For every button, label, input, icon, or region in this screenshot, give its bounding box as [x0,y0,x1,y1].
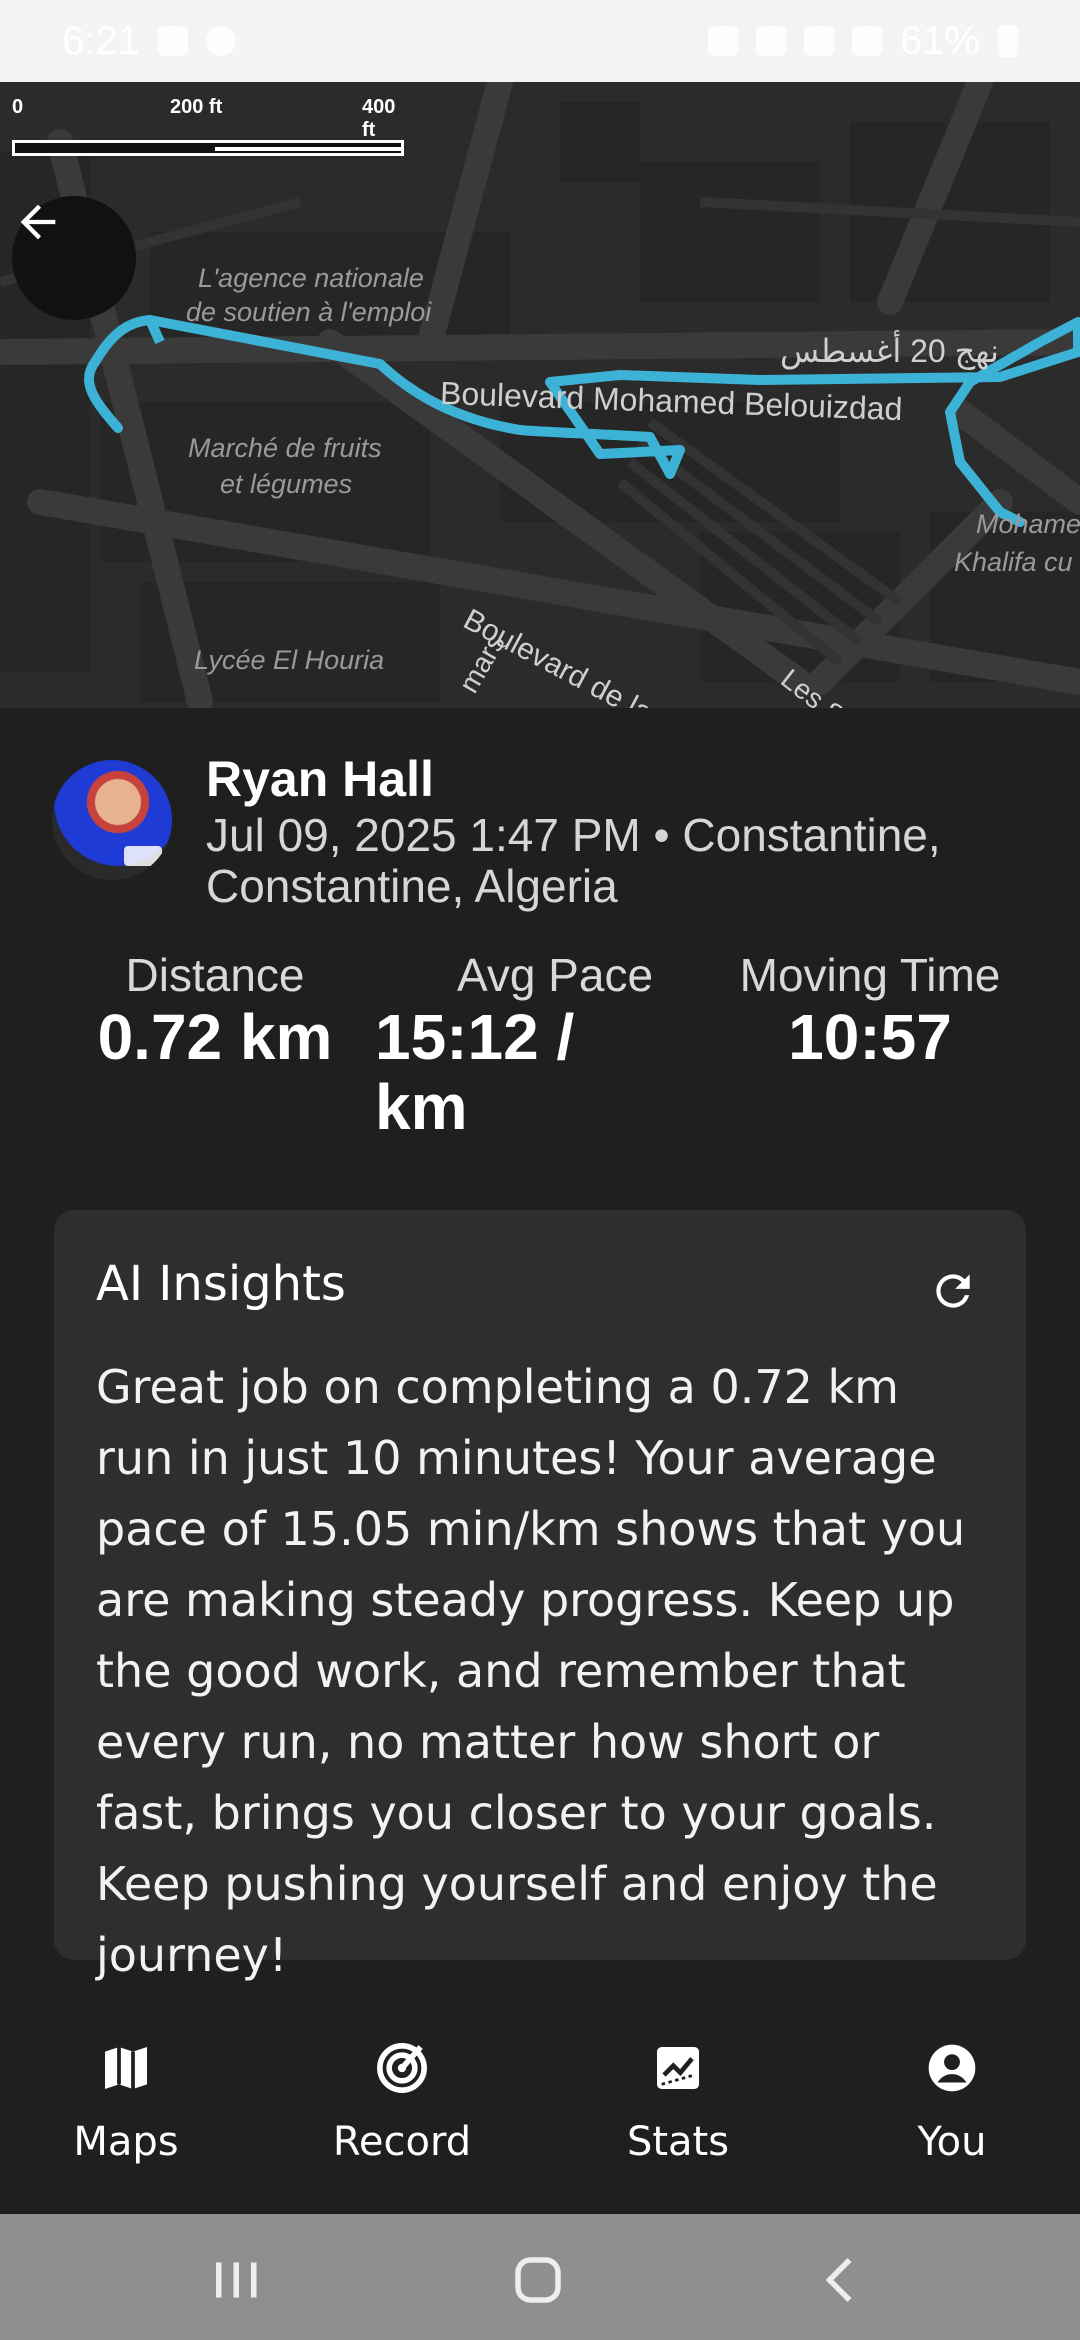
arrow-left-icon [20,204,56,240]
stats-icon [657,2047,699,2089]
pace-label: Avg Pace [456,949,654,1001]
gallery-icon [157,26,188,56]
activity-meta: Jul 09, 2025 1:47 PM • Constantine, Cons… [206,809,941,912]
nav-maps[interactable]: Maps [26,2040,226,2165]
ai-insights-title: AI Insights [96,1256,346,1312]
system-nav-bar [0,2214,1080,2340]
map-icon [105,2047,147,2089]
bottom-nav: Maps Record Stats You [0,2020,1080,2214]
map-label-street: نهج 20 أغسطس [780,333,999,369]
home-icon[interactable] [508,2250,568,2310]
avatar [52,760,172,880]
map-label: Lycée El Houria [194,645,385,675]
distance-value: 0.72 km [97,1001,333,1073]
activity-stats: Distance 0.72 km Avg Pace 15:12 / km Mov… [0,948,1080,1148]
refresh-icon[interactable] [928,1266,978,1316]
ai-insights-text: Great job on completing a 0.72 km run in… [96,1360,966,1982]
map-label: Marché de fruits [188,433,382,463]
alarm-icon [707,26,738,56]
signal-icon [803,26,834,56]
moving-time-stat: Moving Time 10:57 [720,948,1020,1072]
record-icon [377,2043,427,2093]
battery-percent: 61% [899,18,980,63]
scale-label: 400 ft [362,96,396,141]
scale-bar: 0 200 ft 400 ft [12,96,404,156]
map-label: de soutien à l'emploi [186,297,432,327]
map-label: Khalifa cu [954,547,1073,577]
person-icon [928,2044,976,2092]
status-bar: 6:21 61% [0,0,1080,82]
scale-label: 0 [12,96,24,118]
nav-label: Record [332,2119,472,2165]
status-time: 6:21 [62,18,140,63]
moving-time-label: Moving Time [739,949,1001,1001]
ai-insights-card: AI Insights Great job on completing a 0.… [54,1210,1026,1982]
nav-label: Stats [626,2119,730,2165]
pace-stat: Avg Pace 15:12 / km [375,948,675,1143]
notification-icon [205,26,236,56]
scale-label: 200 ft [170,96,223,118]
back-nav-icon[interactable] [812,2250,872,2310]
map-label: L'agence nationale [198,263,424,293]
nav-you[interactable]: You [852,2040,1052,2165]
distance-stat: Distance 0.72 km [80,948,350,1072]
signal-icon-2 [851,26,882,56]
distance-label: Distance [125,949,305,1001]
activity-header: Ryan Hall Jul 09, 2025 1:47 PM • Constan… [52,750,1042,911]
nav-record[interactable]: Record [302,2040,502,2165]
map-label: et légumes [220,469,353,499]
moving-time-value: 10:57 [788,1001,952,1073]
back-button[interactable] [12,196,136,320]
pace-value: 15:12 / km [375,1001,575,1144]
nav-stats[interactable]: Stats [578,2040,778,2165]
route-map[interactable]: L'agence nationale de soutien à l'emploi… [0,82,1080,708]
mute-icon [755,26,786,56]
nav-label: You [917,2119,987,2165]
battery-icon [998,25,1018,57]
recent-apps-icon[interactable] [206,2250,266,2310]
nav-label: Maps [73,2119,179,2165]
map-label: Mohamed [976,509,1080,539]
athlete-name: Ryan Hall [206,751,434,807]
